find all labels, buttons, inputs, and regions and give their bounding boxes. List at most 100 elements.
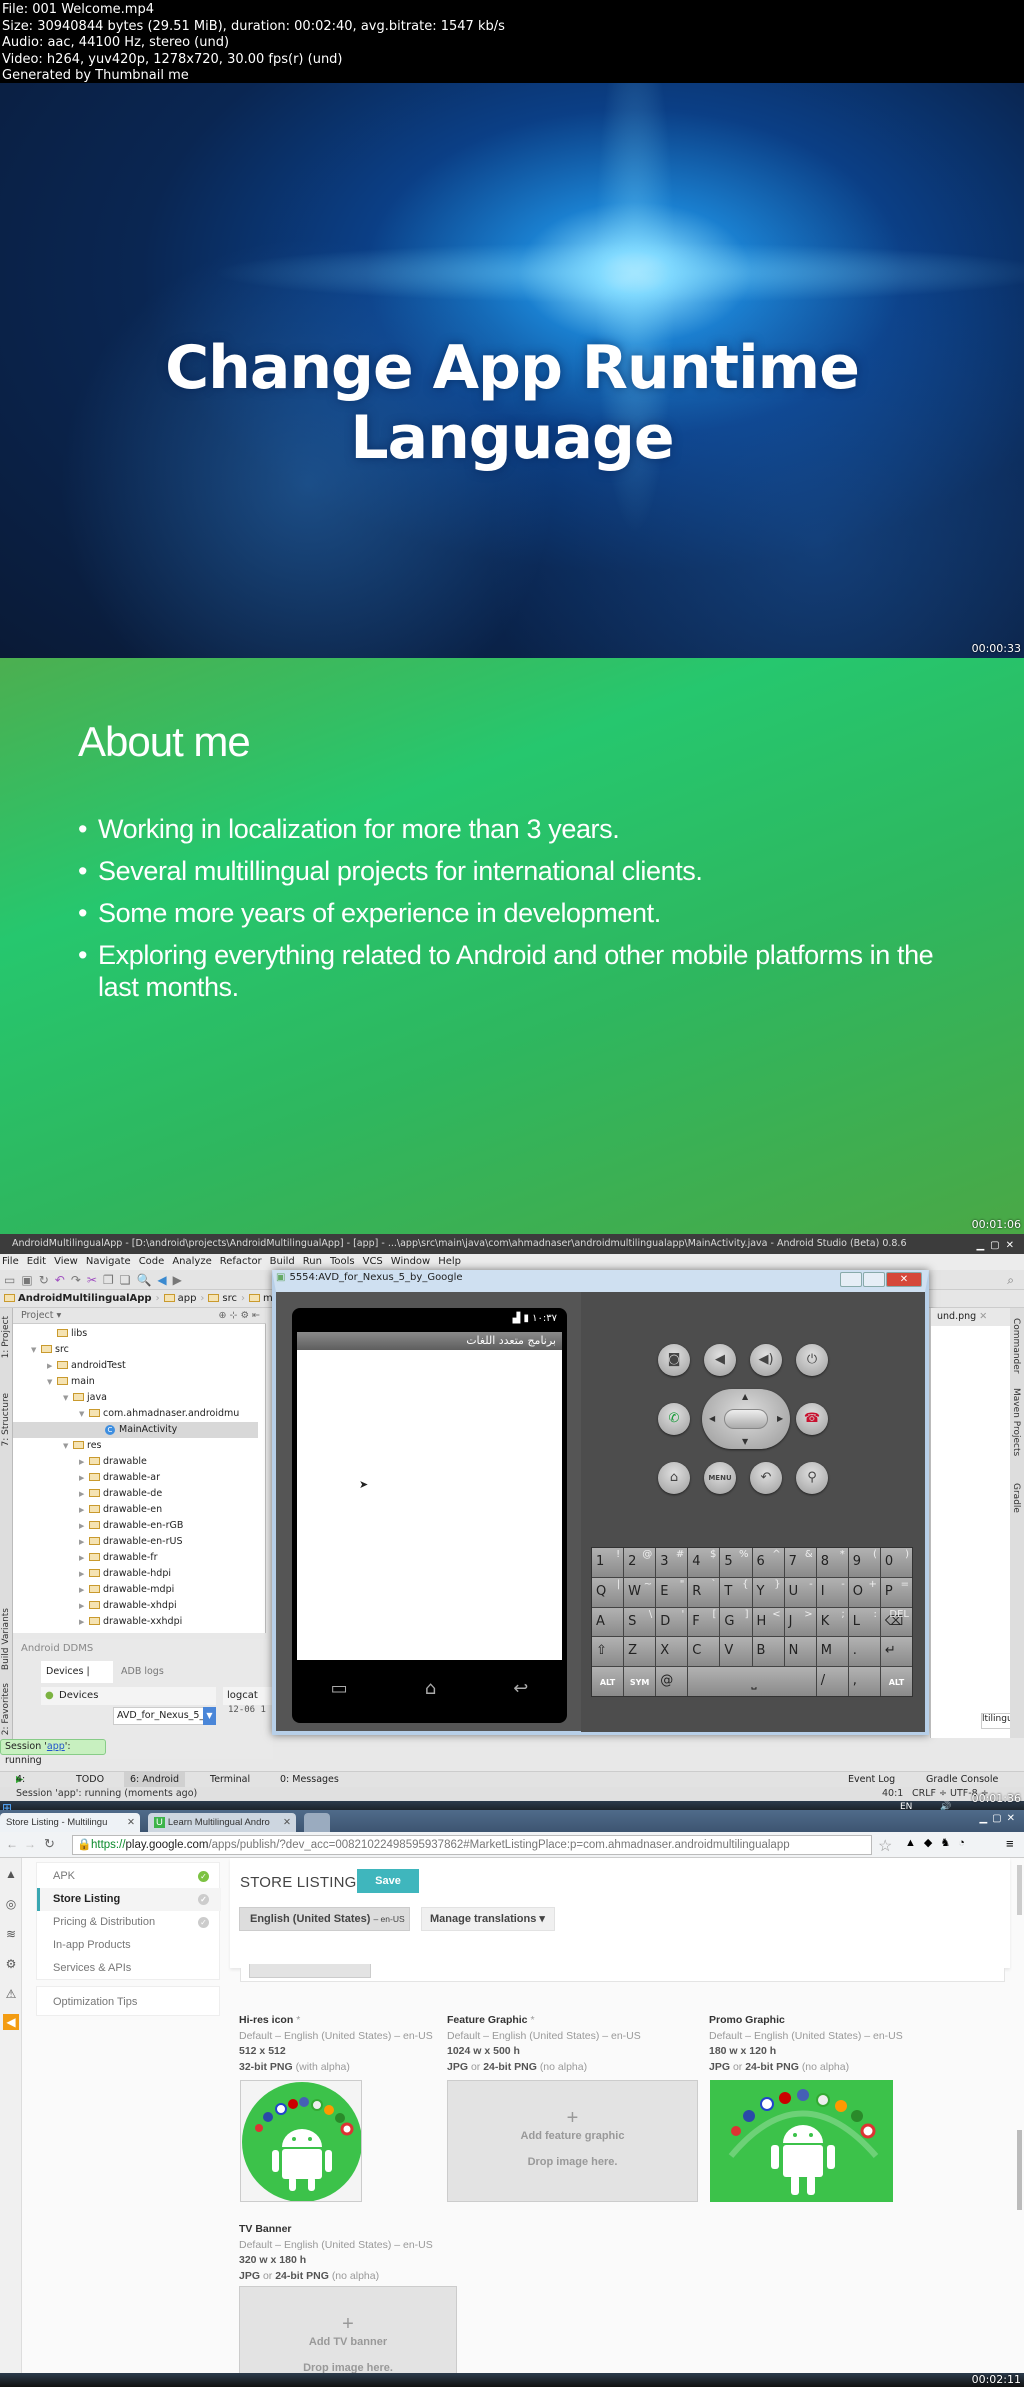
dpad-right-icon[interactable]: ▶ bbox=[777, 1414, 783, 1423]
editor-tab[interactable]: und.png ✕ bbox=[931, 1308, 1011, 1326]
dpad[interactable]: ▲ ▼ ◀ ▶ bbox=[702, 1389, 790, 1449]
tab-maven[interactable]: Maven Projects bbox=[1011, 1388, 1021, 1456]
tv-banner-dropzone[interactable]: + Add TV banner Drop image here. bbox=[239, 2286, 457, 2387]
tree-item[interactable]: ▶ drawable-xhdpi bbox=[13, 1598, 258, 1614]
alerts-icon[interactable]: ⚠ bbox=[3, 1986, 19, 2002]
expand-arrow-icon[interactable]: ▼ bbox=[31, 1342, 41, 1358]
page-scrollbar[interactable] bbox=[1017, 1865, 1022, 1915]
new-tab-button[interactable] bbox=[304, 1813, 330, 1832]
expand-arrow-icon[interactable]: ▼ bbox=[63, 1438, 73, 1454]
volume-up-button[interactable]: ◀) bbox=[750, 1344, 782, 1376]
tab-gradle[interactable]: Gradle bbox=[1011, 1483, 1021, 1513]
tree-item[interactable]: ▶ androidTest bbox=[13, 1358, 258, 1374]
collapse-arrow-icon[interactable]: ▶ bbox=[79, 1614, 89, 1630]
tab-android[interactable]: 6: Android bbox=[124, 1772, 185, 1788]
key[interactable]: H < bbox=[752, 1607, 784, 1637]
key[interactable]: S \ bbox=[624, 1607, 656, 1637]
back-icon[interactable]: ↩ bbox=[513, 1678, 528, 1699]
key[interactable]: @ bbox=[656, 1667, 688, 1696]
panel-settings-icon[interactable]: ⊕ ⊹ ⚙ ⇤ bbox=[219, 1308, 260, 1324]
tree-item[interactable]: ▶ drawable bbox=[13, 1454, 258, 1470]
collapse-arrow-icon[interactable]: ▶ bbox=[79, 1534, 89, 1550]
paste-icon[interactable]: ❏ bbox=[120, 1273, 137, 1287]
menu-file[interactable]: File bbox=[2, 1256, 19, 1267]
key[interactable]: I- bbox=[816, 1577, 848, 1607]
key[interactable]: Y} bbox=[752, 1577, 784, 1607]
tab-todo[interactable]: TODO bbox=[76, 1772, 104, 1788]
bookmark-star-icon[interactable]: ☆ bbox=[878, 1836, 892, 1856]
breadcrumb-item[interactable]: AndroidMultilingualApp bbox=[18, 1293, 152, 1304]
home-icon[interactable]: ⌂ bbox=[425, 1678, 436, 1699]
key[interactable]: 2 @ bbox=[624, 1548, 656, 1577]
key[interactable]: B bbox=[752, 1637, 784, 1667]
search-everywhere-icon[interactable]: ⌕ bbox=[1007, 1270, 1020, 1290]
nav-optimization-tips[interactable]: Optimization Tips bbox=[37, 1987, 221, 2017]
hi-res-icon-image[interactable] bbox=[240, 2080, 362, 2202]
key[interactable]: ALT bbox=[592, 1667, 624, 1696]
close-tab-icon[interactable]: ✕ bbox=[127, 1813, 135, 1832]
key[interactable]: / bbox=[816, 1667, 848, 1696]
collapse-arrow-icon[interactable]: ▶ bbox=[79, 1598, 89, 1614]
key[interactable]: K; bbox=[816, 1607, 848, 1637]
tab-messages[interactable]: 0: Messages bbox=[280, 1772, 339, 1788]
key[interactable]: V bbox=[720, 1637, 752, 1667]
promo-graphic-image[interactable] bbox=[710, 2080, 893, 2202]
tab-gradle-console[interactable]: Gradle Console bbox=[926, 1772, 998, 1788]
key[interactable]: ⇧ bbox=[592, 1637, 624, 1667]
tab-build-variants[interactable]: Build Variants bbox=[1, 1608, 11, 1670]
tab-commander[interactable]: Commander bbox=[1011, 1318, 1021, 1374]
menu-run[interactable]: Run bbox=[303, 1256, 322, 1267]
close-tab-icon[interactable]: ✕ bbox=[283, 1813, 291, 1832]
window-controls[interactable]: ▁▢✕ bbox=[976, 1236, 1020, 1256]
collapse-arrow-icon[interactable]: ▶ bbox=[79, 1566, 89, 1582]
key[interactable]: . bbox=[848, 1637, 880, 1667]
back-icon[interactable]: ◀ bbox=[157, 1273, 172, 1287]
key[interactable]: 8 * bbox=[816, 1548, 848, 1577]
announcements-icon[interactable]: ◀ bbox=[3, 2014, 19, 2030]
project-view-selector[interactable]: Project bbox=[21, 1310, 54, 1321]
menu-view[interactable]: View bbox=[54, 1256, 78, 1267]
cut-icon[interactable]: ✂ bbox=[87, 1273, 103, 1287]
manage-translations-button[interactable]: Manage translations ▾ bbox=[421, 1907, 555, 1931]
volume-down-button[interactable]: ◀ bbox=[704, 1344, 736, 1376]
tab-project[interactable]: 1: Project bbox=[1, 1316, 11, 1358]
tree-item[interactable]: ▼ res bbox=[13, 1438, 258, 1454]
key[interactable]: ⌫ DEL bbox=[880, 1607, 912, 1637]
finance-icon[interactable]: ≋ bbox=[3, 1926, 19, 1942]
balloon-app-link[interactable]: app bbox=[47, 1741, 65, 1752]
tab-structure[interactable]: 7: Structure bbox=[1, 1393, 11, 1447]
collapse-arrow-icon[interactable]: ▶ bbox=[47, 1358, 57, 1374]
nav-item[interactable]: Store Listing ✓ bbox=[37, 1888, 221, 1911]
language-indicator[interactable]: EN bbox=[900, 1802, 912, 1810]
dpad-down-icon[interactable]: ▼ bbox=[742, 1437, 748, 1446]
copy-icon[interactable]: ❐ bbox=[103, 1273, 120, 1287]
menu-help[interactable]: Help bbox=[438, 1256, 461, 1267]
key[interactable]: 0) bbox=[880, 1548, 912, 1577]
save-button[interactable]: Save bbox=[357, 1869, 419, 1893]
key[interactable]: R ` bbox=[688, 1577, 720, 1607]
start-button[interactable]: ⊞ bbox=[2, 1801, 12, 1810]
recent-apps-icon[interactable]: ▭ bbox=[331, 1678, 348, 1699]
url-bar[interactable]: 🔒 https://play.google.com/apps/publish/?… bbox=[72, 1835, 872, 1855]
maximize-button[interactable] bbox=[863, 1272, 885, 1287]
key[interactable]: L: bbox=[848, 1607, 880, 1637]
key[interactable]: , bbox=[848, 1667, 880, 1696]
content-scrollbar[interactable] bbox=[1017, 2130, 1022, 2210]
forward-icon[interactable]: → bbox=[24, 1837, 36, 1851]
key[interactable]: D ' bbox=[656, 1607, 688, 1637]
browser-tab-learn[interactable]: U Learn Multilingual Andro ✕ bbox=[148, 1813, 296, 1832]
tree-item[interactable]: C MainActivity bbox=[13, 1422, 258, 1438]
menu-navigate[interactable]: Navigate bbox=[86, 1256, 131, 1267]
call-button[interactable]: ✆ bbox=[658, 1403, 690, 1435]
menu-analyze[interactable]: Analyze bbox=[172, 1256, 211, 1267]
close-tab-icon[interactable]: ✕ bbox=[979, 1311, 987, 1322]
back-button[interactable]: ↶ bbox=[750, 1462, 782, 1494]
search-button[interactable]: ⚲ bbox=[796, 1462, 828, 1494]
key[interactable]: Q | bbox=[592, 1577, 624, 1607]
menu-refactor[interactable]: Refactor bbox=[220, 1256, 262, 1267]
tree-item[interactable]: ▶ drawable-fr bbox=[13, 1550, 258, 1566]
tree-item[interactable]: ▶ drawable-en bbox=[13, 1502, 258, 1518]
key[interactable]: ↵ bbox=[880, 1637, 912, 1667]
tab-favorites[interactable]: 2: Favorites bbox=[1, 1683, 11, 1735]
tab-adb-logs[interactable]: ADB logs bbox=[117, 1661, 179, 1683]
